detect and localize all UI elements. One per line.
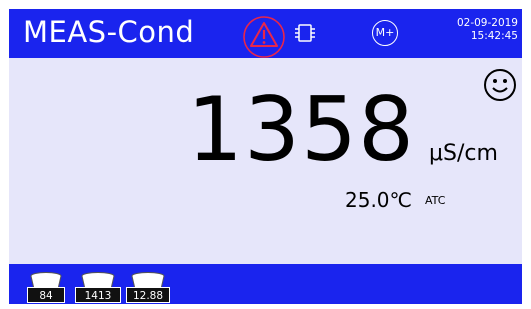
calibration-label: 12.88 [126, 287, 170, 303]
calibration-cup-2: 1413 [75, 272, 121, 306]
date-text: 02-09-2019 [456, 17, 518, 29]
temperature-mode: ATC [425, 194, 446, 207]
conductivity-unit: μS/cm [429, 141, 498, 166]
mode-title: MEAS-Cond [23, 15, 195, 49]
datetime: 02-09-2019 15:42:45 [457, 17, 518, 43]
warning-icon [242, 15, 286, 59]
meter-screen: MEAS-Cond M+ 02-09-2019 15:42:45 1358 μS… [9, 9, 522, 304]
conductivity-value: 1358 [187, 78, 415, 181]
time-text: 15:42:45 [470, 30, 518, 42]
status-bar: MEAS-Cond M+ 02-09-2019 15:42:45 [9, 9, 522, 58]
calibration-label: 84 [27, 287, 65, 303]
temperature-value: 25.0℃ [345, 188, 412, 212]
smiley-icon [483, 68, 517, 102]
calibration-label: 1413 [75, 287, 121, 303]
memory-plus-icon: M+ [372, 20, 398, 46]
calibration-cup-3: 12.88 [126, 272, 170, 306]
calibration-bar: 84 1413 12.88 [9, 264, 522, 304]
chip-icon [293, 21, 317, 45]
calibration-cup-1: 84 [27, 272, 65, 306]
